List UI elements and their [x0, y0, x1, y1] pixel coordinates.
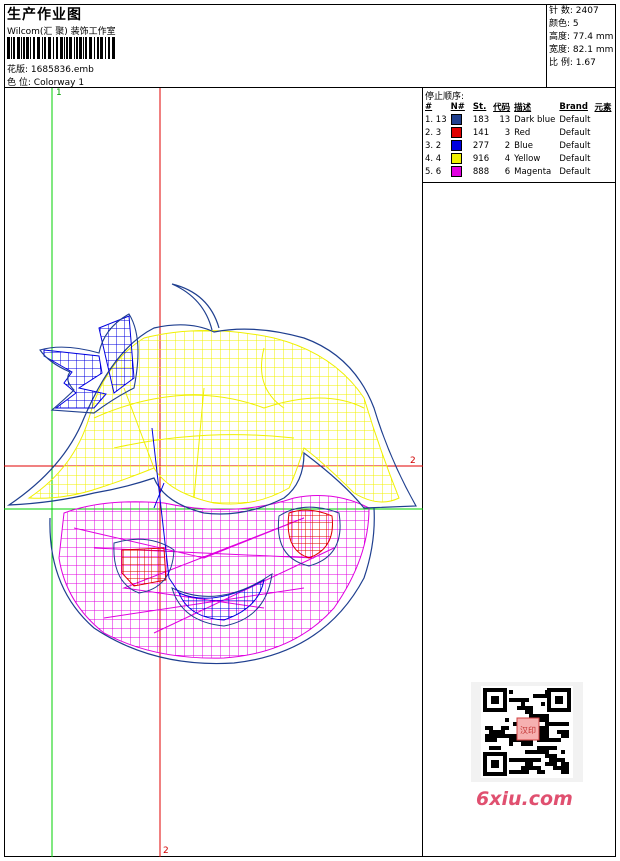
- side-panel: 停止顺序: # N# St. 代码 描述 Brand 元素 1. 13 183 13…: [423, 88, 616, 857]
- studio-name: Wilcom(汇 聚) 装饰工作室: [7, 27, 116, 37]
- left-eye: [121, 547, 167, 587]
- watermark: 6xiu.com: [476, 788, 573, 810]
- color-swatch-icon: [450, 153, 462, 164]
- col-desc: 描述: [514, 102, 532, 113]
- col-st: St.: [472, 101, 487, 112]
- design-value: 1685836.emb: [30, 65, 94, 75]
- stop-row: 4. 4 916 4 Yellow Default: [423, 152, 613, 165]
- stop-swatch: [449, 165, 467, 178]
- stop-swatch: [449, 152, 467, 165]
- side-divider: [423, 182, 616, 183]
- red-guide-h-label: 2: [410, 456, 416, 466]
- stop-code: 13: [499, 114, 511, 125]
- stop-num: 3. 2: [425, 140, 442, 151]
- stop-desc: Blue: [514, 140, 533, 151]
- stop-brand: Default: [559, 153, 591, 164]
- color-swatch-icon: [450, 166, 462, 177]
- stop-st: 277: [472, 140, 490, 151]
- stop-num: 2. 3: [425, 127, 442, 138]
- stop-code: 2: [504, 140, 511, 151]
- color-swatch-icon: [450, 114, 462, 125]
- stop-st: 141: [472, 127, 490, 138]
- col-num: #: [425, 101, 433, 112]
- qr-code: 汉印: [471, 682, 583, 782]
- stop-sequence-table: # N# St. 代码 描述 Brand 元素 1. 13 183 13 Dark b…: [423, 100, 613, 178]
- stop-num: 4. 4: [425, 153, 442, 164]
- stop-swatch: [449, 139, 467, 152]
- stats-panel: 针 数: 2407 颜色: 5 高度: 77.4 mm 宽度: 82.1 mm …: [546, 4, 616, 88]
- barcode: [7, 37, 115, 59]
- stop-desc: Red: [514, 127, 531, 138]
- color-swatch-icon: [450, 127, 462, 138]
- stop-st: 183: [472, 114, 490, 125]
- stop-desc: Dark blue: [514, 114, 556, 125]
- header-panel: 生产作业图 Wilcom(汇 聚) 装饰工作室 花版: 1685836.emb …: [4, 4, 546, 88]
- stop-brand: Default: [559, 140, 591, 151]
- colorway-label: 色 位:: [7, 78, 31, 88]
- design-canvas: 1 2 2: [4, 88, 423, 857]
- stop-code: 3: [504, 127, 511, 138]
- design-label: 花版:: [7, 65, 29, 75]
- colorway-value: Colorway 1: [33, 78, 85, 88]
- col-code: 代码: [493, 102, 511, 113]
- stop-swatch: [449, 113, 467, 126]
- stem: [171, 283, 220, 331]
- stop-st: 916: [472, 153, 490, 164]
- stat-stitches: 针 数: 2407: [549, 6, 599, 16]
- stop-st: 888: [472, 166, 490, 177]
- stop-code: 4: [504, 153, 511, 164]
- red-guide-v-label: 2: [163, 846, 169, 856]
- qr-stamp: 汉印: [520, 726, 536, 735]
- stop-row: 5. 6 888 6 Magenta Default: [423, 165, 613, 178]
- col-element: 元素: [594, 102, 612, 113]
- stop-row: 3. 2 277 2 Blue Default: [423, 139, 613, 152]
- color-swatch-icon: [450, 140, 462, 151]
- green-guide-label: 1: [56, 88, 62, 98]
- stop-brand: Default: [559, 166, 591, 177]
- stop-num: 1. 13: [425, 114, 447, 125]
- stop-row: 1. 13 183 13 Dark blue Default: [423, 113, 613, 126]
- stop-brand: Default: [559, 114, 591, 125]
- stop-row: 2. 3 141 3 Red Default: [423, 126, 613, 139]
- stop-num: 5. 6: [425, 166, 442, 177]
- embroidery-preview: [4, 88, 423, 857]
- stat-height: 高度: 77.4 mm: [549, 32, 614, 42]
- stop-swatch: [449, 126, 467, 139]
- stat-colors: 颜色: 5: [549, 19, 579, 29]
- design-file: 花版: 1685836.emb: [7, 62, 94, 75]
- col-brand: Brand: [559, 101, 588, 112]
- stat-width: 宽度: 82.1 mm: [549, 45, 614, 55]
- stop-desc: Magenta: [514, 166, 552, 177]
- stop-brand: Default: [559, 127, 591, 138]
- page-title: 生产作业图: [7, 7, 82, 23]
- stat-scale: 比 例: 1.67: [549, 58, 596, 68]
- colorway: 色 位: Colorway 1: [7, 75, 84, 88]
- stop-desc: Yellow: [514, 153, 541, 164]
- stop-code: 6: [504, 166, 511, 177]
- col-n: N#: [450, 101, 465, 112]
